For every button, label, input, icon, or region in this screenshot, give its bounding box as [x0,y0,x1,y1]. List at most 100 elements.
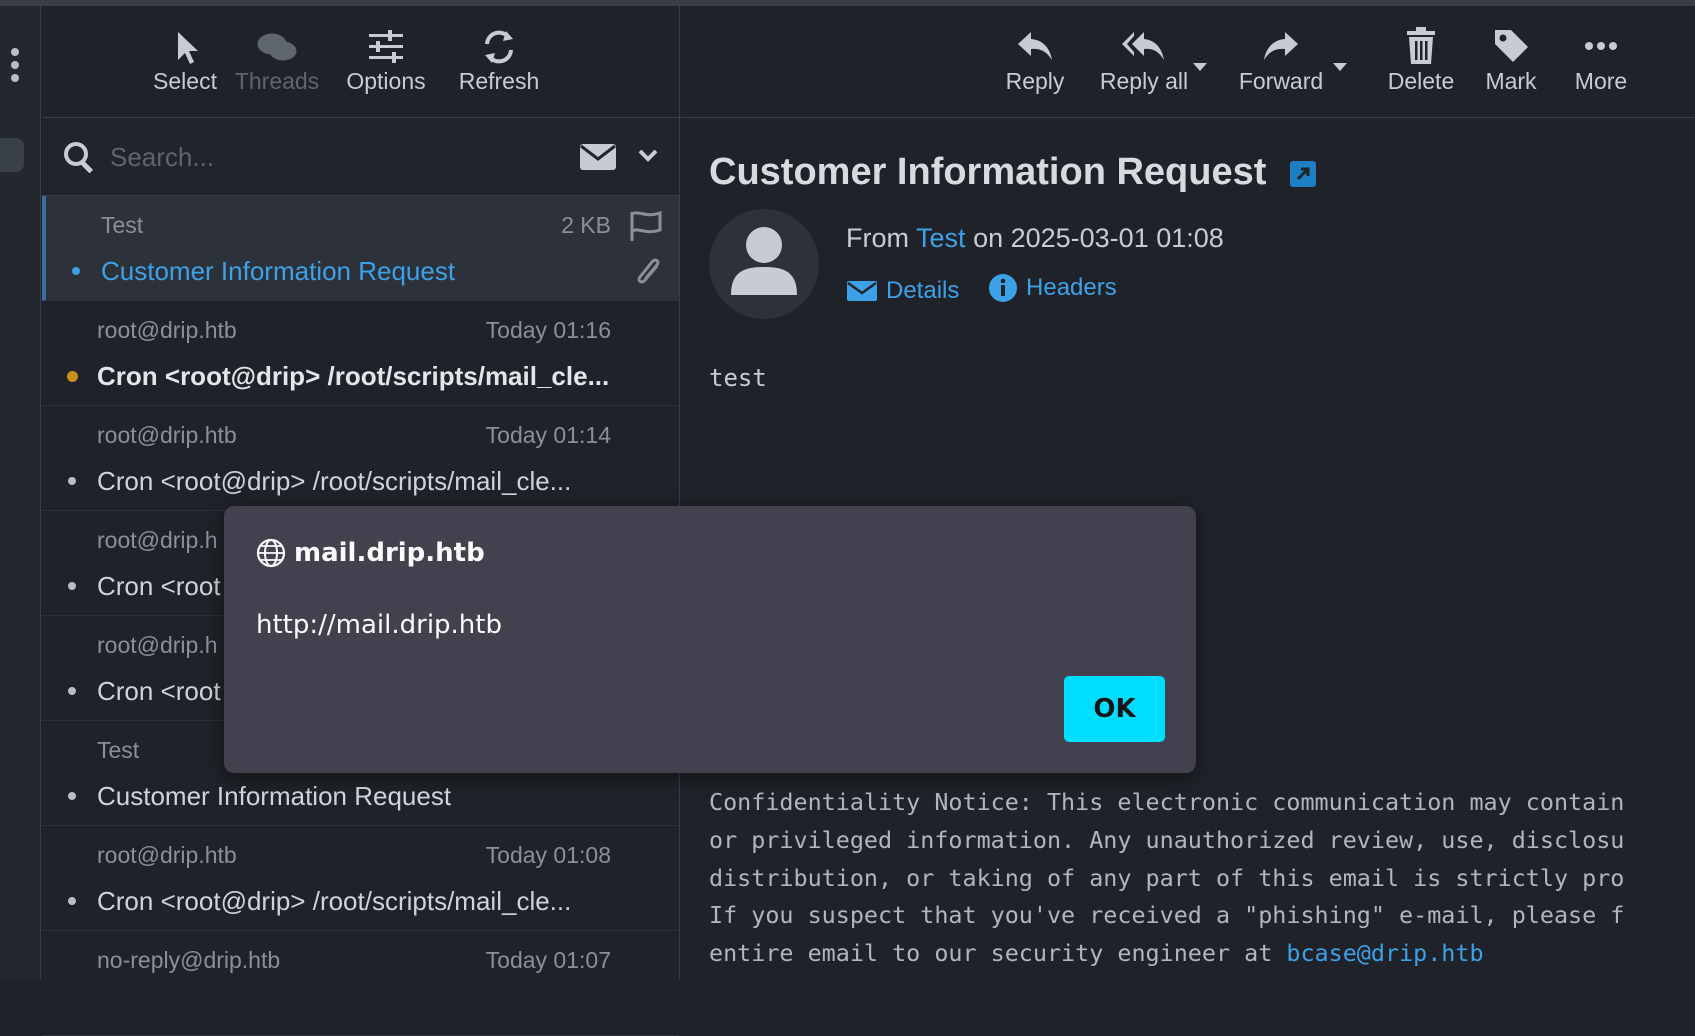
from-prefix: From [846,223,909,253]
envelope-icon [847,281,877,301]
message-row[interactable]: root@drip.htb Today 01:08 Cron <root@dri… [42,826,679,931]
details-link[interactable]: Details [846,277,959,305]
message-subject: Cron <root [97,676,221,706]
refresh-button[interactable]: Refresh [454,24,544,95]
options-button[interactable]: Options [343,24,429,95]
open-in-new-window-icon[interactable] [1289,160,1317,188]
reply-all-button[interactable]: Reply all [1089,24,1199,95]
message-from: Test [97,737,140,763]
read-dot [68,582,76,590]
mark-button[interactable]: Mark [1481,24,1541,95]
ok-button[interactable]: OK [1064,676,1165,742]
message-date: Today 01:08 [485,842,611,868]
more-label: More [1574,68,1628,94]
threads-button[interactable]: Threads [232,24,322,95]
headers-label: Headers [1026,274,1117,301]
message-subject: Cron <root@drip> /root/scripts/mail_cle.… [97,886,572,916]
message-subject: Customer Information Request [101,256,456,286]
reply-all-icon [1122,32,1164,60]
info-icon [989,274,1018,302]
message-size: 2 KB [561,212,611,238]
forward-icon [1264,32,1298,60]
refresh-label: Refresh [458,68,540,94]
sender-avatar [709,209,819,319]
email-body: test [709,364,767,392]
headers-link[interactable]: Headers [988,273,1117,303]
details-label: Details [886,277,960,304]
reply-all-label: Reply all [1099,68,1189,94]
message-list-panel: Select Threads Options Refresh Search...… [42,6,680,1036]
reply-icon [1018,32,1052,60]
message-row[interactable]: Test 2 KB Customer Information Request [42,196,679,301]
notice-line: entire email to our security engineer at… [709,935,1695,973]
sender-name-link[interactable]: Test [916,223,966,253]
globe-icon [256,538,286,568]
message-row[interactable]: no-reply@drip.htb Today 01:07 [42,931,679,1036]
cursor-icon [178,32,198,64]
chevron-down-icon[interactable] [637,148,659,164]
forward-label: Forward [1238,68,1324,94]
security-email-link[interactable]: bcase@drip.htb [1286,939,1483,967]
list-toolbar: Select Threads Options Refresh [42,6,679,118]
message-from: root@drip.htb [97,422,237,448]
message-from: no-reply@drip.htb [97,947,281,973]
reading-pane: Reply Reply all Forward Delete Mark More… [681,6,1695,979]
message-subject: Cron <root@drip> /root/scripts/mail_cle.… [97,361,610,391]
message-subject: Cron <root [97,571,221,601]
message-from: root@drip.h [97,527,218,553]
paperclip-icon [637,258,660,284]
reply-button[interactable]: Reply [1000,24,1070,95]
notice-line: or privileged information. Any unauthori… [709,825,1625,854]
delete-label: Delete [1387,68,1455,94]
reply-all-dropdown-icon[interactable] [1192,62,1208,72]
email-from-line: From Test on 2025-03-01 01:08 [846,223,1224,254]
notice-last-text: entire email to our security engineer at [709,939,1287,968]
envelope-icon[interactable] [579,142,617,172]
dialog-title-text: mail.drip.htb [294,538,485,568]
message-from: Test [101,212,144,238]
message-toolbar: Reply Reply all Forward Delete Mark More [681,6,1695,118]
flag-icon[interactable] [627,208,665,244]
header-links: Details Headers [846,273,1139,310]
refresh-icon [485,30,513,64]
read-dot [68,792,76,800]
message-date: Today 01:14 [485,422,611,448]
message-date: Today 01:07 [485,947,611,973]
search-input[interactable] [108,136,582,178]
search-bar [42,118,679,196]
forward-button[interactable]: Forward [1226,24,1336,95]
more-dots-icon [1585,42,1617,50]
mark-label: Mark [1485,68,1537,94]
email-subject: Customer Information Request [709,151,1267,193]
message-from: root@drip.htb [97,842,237,868]
options-label: Options [346,68,426,94]
dialog-message: http://mail.drip.htb [256,610,502,640]
select-button[interactable]: Select [150,24,220,95]
alert-dialog: mail.drip.htb http://mail.drip.htb OK [224,506,1196,773]
delete-button[interactable]: Delete [1384,24,1458,95]
threads-label: Threads [234,68,320,94]
user-icon [731,227,797,295]
sliders-icon [369,30,403,63]
notice-line: Confidentiality Notice: This electronic … [709,788,1625,816]
message-date: Today 01:16 [485,317,611,343]
reply-label: Reply [1005,68,1065,94]
message-row[interactable]: root@drip.htb Today 01:16 Cron <root@dri… [42,301,679,406]
trash-icon [1407,27,1435,64]
search-icon [64,142,94,174]
dialog-title: mail.drip.htb [256,538,485,568]
confidentiality-notice: Confidentiality Notice: This electronic … [709,784,1695,973]
notice-line: distribution, or taking of any part of t… [709,863,1625,892]
menu-dots-icon[interactable] [11,48,19,87]
more-button[interactable]: More [1569,24,1633,95]
sidebar-active-indicator[interactable] [0,138,24,172]
email-date: on 2025-03-01 01:08 [973,223,1224,253]
message-from: root@drip.h [97,632,218,658]
tag-icon [1495,30,1528,62]
app-sidebar-collapsed [0,6,41,979]
forward-dropdown-icon[interactable] [1332,62,1348,72]
chat-bubbles-icon [257,33,297,61]
read-dot [68,477,76,485]
message-subject: Cron <root@drip> /root/scripts/mail_cle.… [97,466,572,496]
message-row[interactable]: root@drip.htb Today 01:14 Cron <root@dri… [42,406,679,511]
